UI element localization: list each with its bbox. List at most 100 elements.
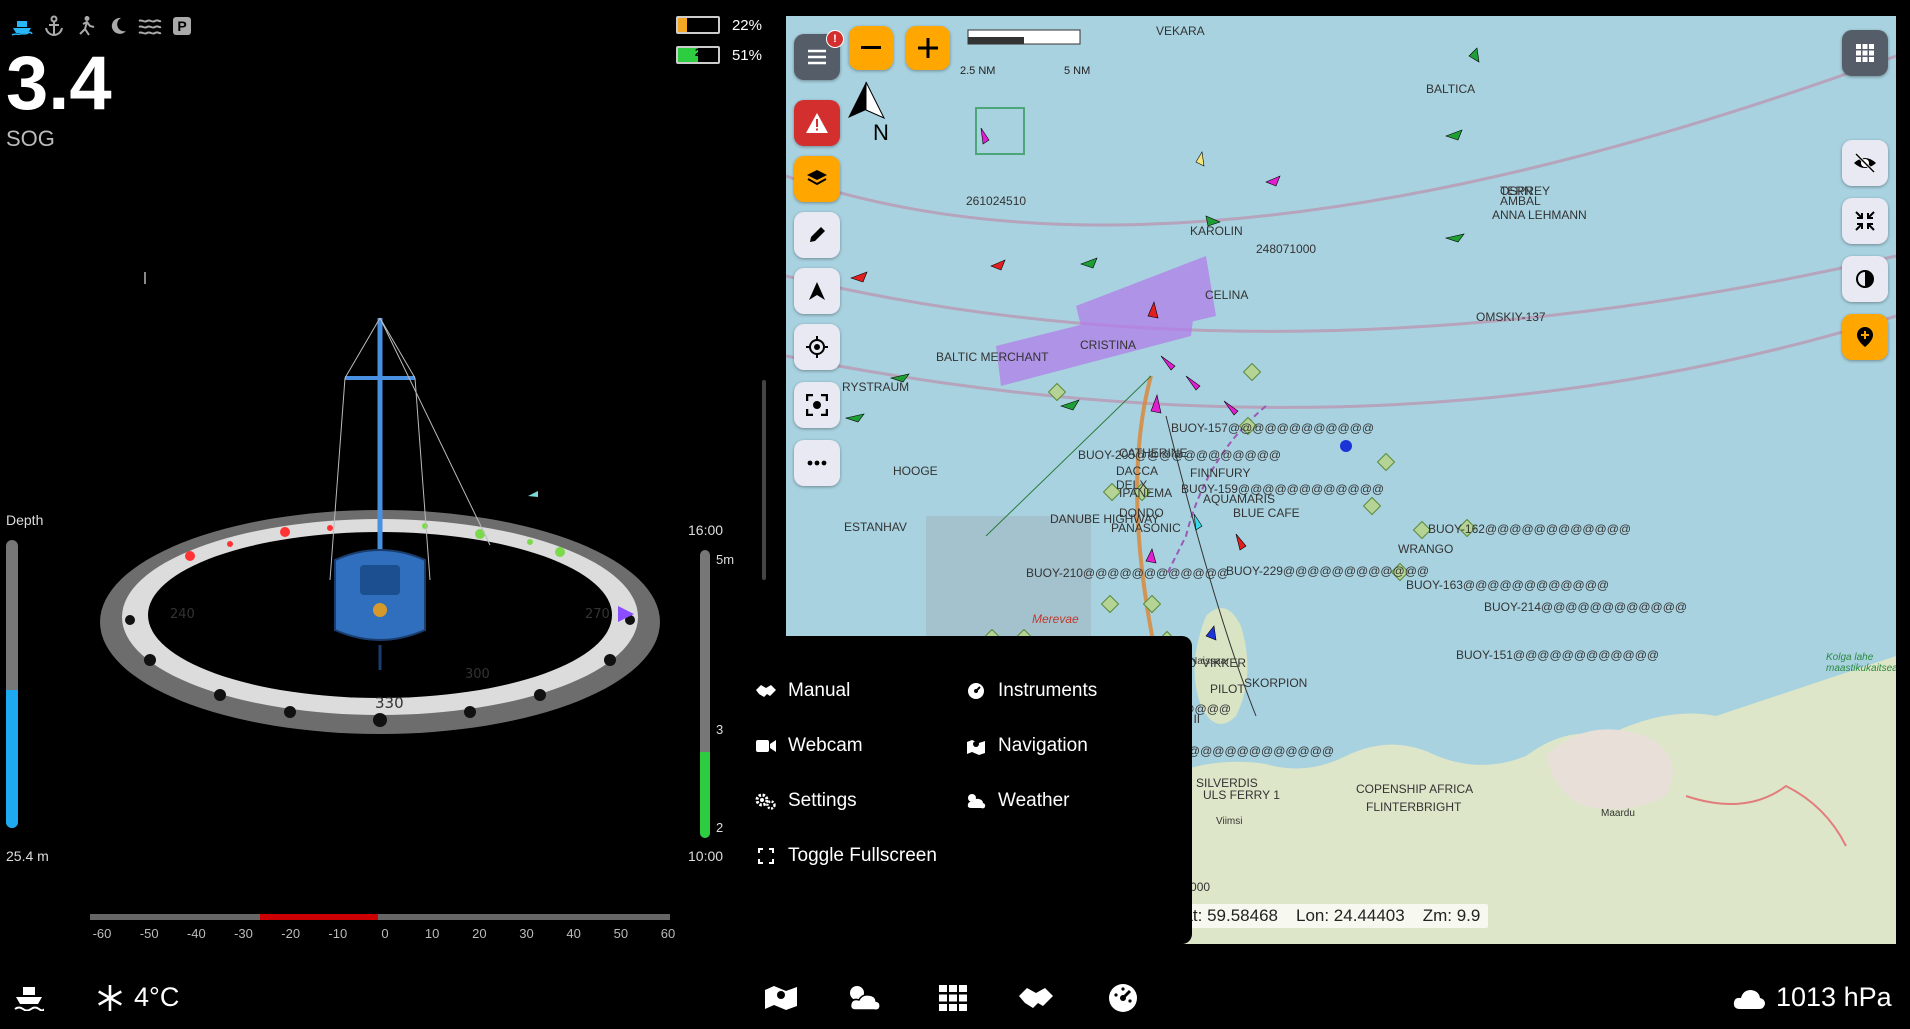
temperature-display[interactable]: 4°C [96,966,179,1029]
waves-icon[interactable] [138,14,162,38]
menu-item-webcam[interactable]: Webcam [754,735,863,757]
layers-button[interactable] [794,156,840,202]
moon-icon[interactable] [106,14,130,38]
vessel-label[interactable]: PILOT [1210,682,1245,696]
apps-grid-button[interactable] [1842,30,1888,76]
heel-scale-label: 40 [566,926,581,941]
expand-icon [754,845,778,867]
battery-1: 1 22% [675,16,762,34]
grid-icon [939,984,967,1011]
vessel-label[interactable]: IPANEMA [1119,486,1172,500]
contrast-button[interactable] [1842,256,1888,302]
vessel-label[interactable]: HOOGE [893,464,938,478]
focus-frame-icon [806,394,828,416]
vessel-label[interactable]: BUOY-229@@@@@@@@@@@@ [1226,564,1429,578]
center-position-button[interactable] [794,324,840,370]
temperature-value: 4°C [134,982,180,1012]
menu-item-navigation[interactable]: Navigation [964,735,1088,757]
nav-grid-button[interactable] [938,966,968,1029]
boat-status-button[interactable] [14,966,44,1029]
anchor-icon[interactable] [42,14,66,38]
menu-item-label: Webcam [788,735,863,756]
menu-item-settings[interactable]: Settings [754,790,857,812]
battery-1-label: 1 [694,17,702,29]
contrast-icon [1856,270,1874,288]
nav-map-button[interactable] [764,966,798,1029]
instruments-icon [1109,983,1137,1012]
collapse-button[interactable] [1842,198,1888,244]
nav-manual-button[interactable] [1018,966,1054,1029]
vessel-label[interactable]: ULS FERRY 1 [1203,788,1280,802]
menu-item-manual[interactable]: Manual [754,680,850,702]
compass-label-300: 300 [465,667,490,682]
hide-button[interactable] [1842,140,1888,186]
instrument-pane: P 1 22% 2 51% 3.4 SOG Depth 25.4 m 16:00… [0,0,780,960]
vessel-label[interactable]: BLUE CAFE [1233,506,1300,520]
vessel-label[interactable]: BUOY-214@@@@@@@@@@@@ [1484,600,1687,614]
vessel-label[interactable]: FINNFURY [1190,466,1250,480]
vessel-label[interactable]: CRISTINA [1080,338,1136,352]
vessel-label[interactable]: PANASONIC [1111,521,1181,535]
alarm-button[interactable] [794,100,840,146]
vessel-label[interactable]: CELINA [1205,288,1248,302]
place-label: Viimsi [1216,816,1243,827]
vessel-label[interactable]: BUOY-151@@@@@@@@@@@@ [1456,648,1659,662]
depth-value: 25.4 m [6,848,49,864]
wind-indicator-icon [528,491,538,497]
zoom-out-button[interactable] [849,26,893,70]
battery-1-percent: 22% [731,16,762,34]
vessel-label[interactable]: KAROLIN [1190,224,1243,238]
vessel-label[interactable]: BALTICA [1426,82,1475,96]
video-icon [754,735,778,757]
vessel-label[interactable]: 248071000 [1256,242,1316,256]
vessel-label[interactable]: BUOY-210@@@@@@@@@@@@ [1026,566,1229,580]
map-menu-button[interactable]: ! [794,30,844,80]
heel-scale-label: -30 [234,926,253,941]
vessel-label[interactable]: BUOY-163@@@@@@@@@@@@ [1406,578,1609,592]
vessel-label[interactable]: ANNA LEHMANN [1492,208,1587,222]
vessel-label[interactable]: ESTANHAV [844,520,907,534]
battery-2-label: 2 [694,47,702,59]
vessel-label[interactable]: COPENSHIP AFRICA [1356,782,1473,796]
vessel-label[interactable]: 261024510 [966,194,1026,208]
vessel-label[interactable]: CATHERINE [1119,446,1187,460]
menu-item-toggle-fullscreen[interactable]: Toggle Fullscreen [754,845,937,867]
navigate-button[interactable] [794,268,840,314]
vessel-label[interactable]: BUOY-157@@@@@@@@@@@@ [1171,421,1374,435]
draw-button[interactable] [794,212,840,258]
vessel-label[interactable]: BUOY-159@@@@@@@@@@@@ [1181,482,1384,496]
menu-item-instruments[interactable]: Instruments [964,680,1097,702]
sog-value: 3.4 [6,41,112,126]
zoom-in-button[interactable] [906,26,950,70]
vessel-label[interactable]: BUOY-162@@@@@@@@@@@@ [1428,522,1631,536]
history-time-bottom: 10:00 [688,848,724,864]
menu-item-weather[interactable]: Weather [964,790,1069,812]
vessel-label[interactable]: VIKKER [1202,656,1246,670]
vessel-label[interactable]: FLINTERBRIGHT [1366,800,1461,814]
vessel-label[interactable]: WRANGO [1398,542,1453,556]
vessel-label[interactable]: DONDO [1119,506,1164,520]
status-icon-bar: P [10,14,194,38]
vessel-label[interactable]: DACCA [1116,464,1158,478]
pressure-display[interactable]: 1013 hPa [1732,966,1892,1029]
bottom-bar: 4°C 1013 hPa [0,966,1910,1029]
boat-icon[interactable] [10,14,34,38]
parking-icon[interactable]: P [170,14,194,38]
boat-3d-view: 330 300 270 240 [100,272,660,734]
pane-resize-handle[interactable] [762,380,766,580]
person-icon[interactable] [74,14,98,38]
vessel-label[interactable]: OMSKIY-137 [1476,310,1546,324]
vessel-label[interactable]: AMBAL [1500,194,1541,208]
add-waypoint-button[interactable] [1842,314,1888,360]
nav-weather-button[interactable] [846,966,882,1029]
battery-2-gauge: 2 [675,46,720,64]
nav-instruments-button[interactable] [1108,966,1138,1029]
heel-scale-label: 10 [424,926,440,941]
screenshot-button[interactable] [794,382,840,428]
vessel-label[interactable]: SKORPION [1244,676,1307,690]
sog-label: SOG [6,126,55,151]
vessel-label[interactable]: RYSTRAUM [842,380,909,394]
more-button[interactable] [794,440,840,486]
vessel-label[interactable]: BALTIC MERCHANT [936,350,1048,364]
compass-label-270: 270 [585,607,610,622]
